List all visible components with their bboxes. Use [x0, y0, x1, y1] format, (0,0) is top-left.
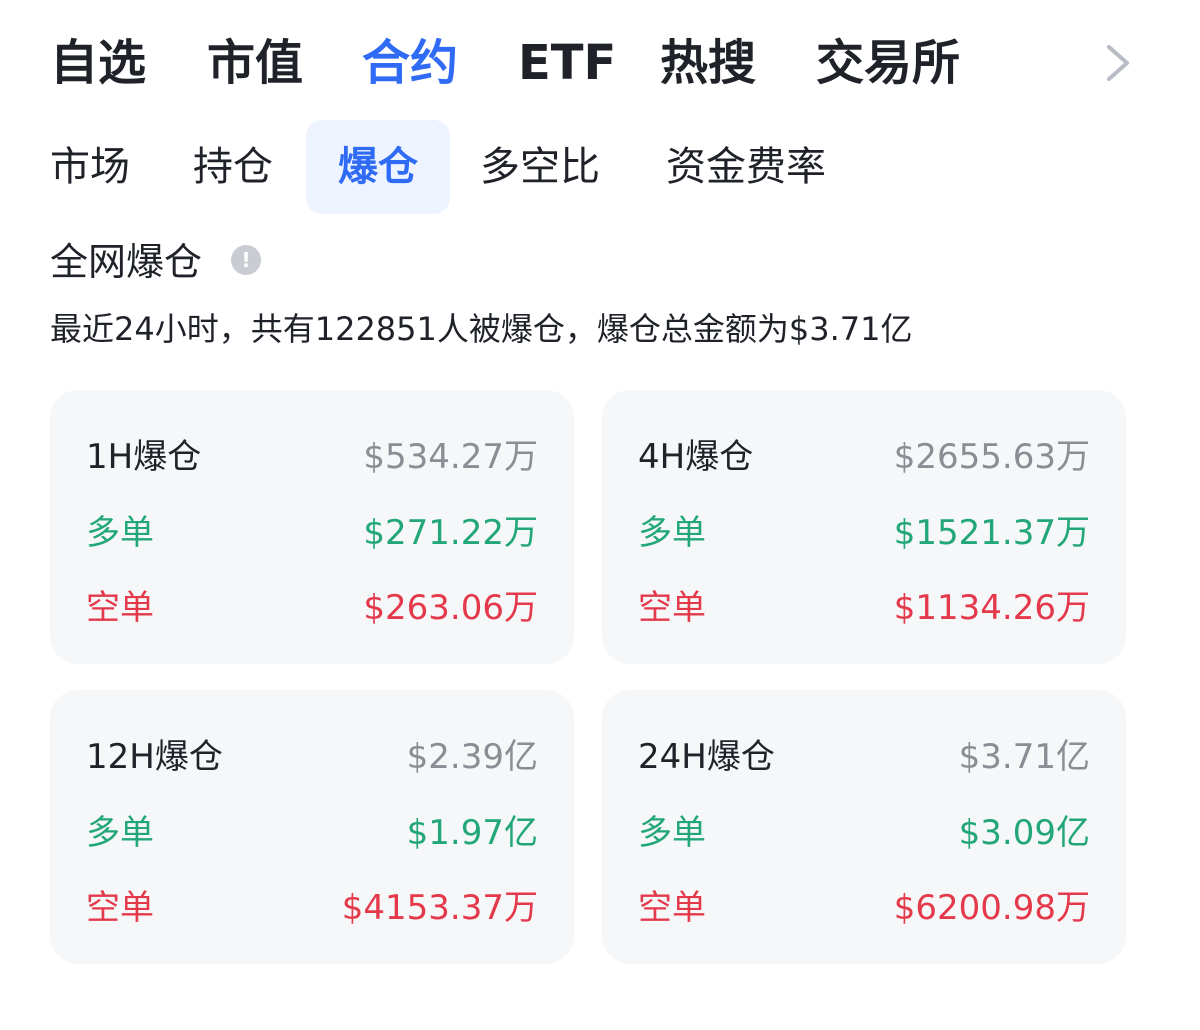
long-label: 多单 — [86, 512, 154, 553]
subtab-liquidations[interactable]: 爆仓 — [306, 120, 450, 214]
card-total-value: $3.71亿 — [958, 736, 1090, 777]
card-title-row: 4H爆仓 $2655.63万 — [638, 428, 1090, 478]
info-icon[interactable]: ! — [231, 245, 261, 275]
liquidation-card-24h: 24H爆仓 $3.71亿 多单 $3.09亿 空单 $6200.98万 — [602, 690, 1126, 964]
long-value: $271.22万 — [363, 512, 538, 553]
card-title-row: 24H爆仓 $3.71亿 — [638, 728, 1090, 778]
liquidation-card-1h: 1H爆仓 $534.27万 多单 $271.22万 空单 $263.06万 — [50, 390, 574, 664]
card-long-row: 多单 $271.22万 — [86, 504, 538, 554]
subtab-open-interest[interactable]: 持仓 — [193, 120, 273, 214]
tab-watchlist[interactable]: 自选 — [50, 28, 146, 98]
card-title: 12H爆仓 — [86, 736, 223, 777]
top-tab-bar: 自选 市值 合约 ETF 热搜 交易所 — [50, 28, 1200, 98]
short-label: 空单 — [86, 887, 154, 928]
card-total-value: $534.27万 — [363, 436, 538, 477]
tab-market-cap[interactable]: 市值 — [207, 28, 303, 98]
tab-trending[interactable]: 热搜 — [660, 28, 756, 98]
tab-contracts[interactable]: 合约 — [362, 28, 458, 98]
liquidation-card-12h: 12H爆仓 $2.39亿 多单 $1.97亿 空单 $4153.37万 — [50, 690, 574, 964]
card-total-value: $2.39亿 — [406, 736, 538, 777]
card-total-value: $2655.63万 — [893, 436, 1090, 477]
tab-etf[interactable]: ETF — [518, 28, 616, 98]
card-title: 1H爆仓 — [86, 436, 202, 477]
sub-tab-bar: 市场 持仓 爆仓 多空比 资金费率 — [50, 120, 1200, 214]
long-value: $1.97亿 — [406, 812, 538, 853]
short-label: 空单 — [86, 587, 154, 628]
long-label: 多单 — [86, 812, 154, 853]
short-value: $263.06万 — [363, 587, 538, 628]
subtab-funding-rate[interactable]: 资金费率 — [666, 120, 826, 214]
subtab-long-short-ratio[interactable]: 多空比 — [480, 120, 600, 214]
short-value: $1134.26万 — [893, 587, 1090, 628]
card-title: 4H爆仓 — [638, 436, 754, 477]
card-long-row: 多单 $3.09亿 — [638, 804, 1090, 854]
card-title: 24H爆仓 — [638, 736, 775, 777]
short-value: $4153.37万 — [341, 887, 538, 928]
tab-exchanges[interactable]: 交易所 — [816, 28, 960, 98]
liquidation-card-4h: 4H爆仓 $2655.63万 多单 $1521.37万 空单 $1134.26万 — [602, 390, 1126, 664]
card-short-row: 空单 $1134.26万 — [638, 579, 1090, 629]
long-value: $3.09亿 — [958, 812, 1090, 853]
card-long-row: 多单 $1.97亿 — [86, 804, 538, 854]
short-label: 空单 — [638, 887, 706, 928]
card-long-row: 多单 $1521.37万 — [638, 504, 1090, 554]
short-value: $6200.98万 — [893, 887, 1090, 928]
liquidation-summary: 最近24小时，共有122851人被爆仓，爆仓总金额为$3.71亿 — [50, 310, 913, 348]
card-short-row: 空单 $4153.37万 — [86, 879, 538, 929]
card-title-row: 1H爆仓 $534.27万 — [86, 428, 538, 478]
long-value: $1521.37万 — [893, 512, 1090, 553]
long-label: 多单 — [638, 512, 706, 553]
subtab-market[interactable]: 市场 — [50, 120, 130, 214]
card-short-row: 空单 $263.06万 — [86, 579, 538, 629]
short-label: 空单 — [638, 587, 706, 628]
section-title: 全网爆仓 — [50, 240, 203, 284]
chevron-right-icon[interactable] — [1100, 42, 1134, 84]
long-label: 多单 — [638, 812, 706, 853]
card-title-row: 12H爆仓 $2.39亿 — [86, 728, 538, 778]
card-short-row: 空单 $6200.98万 — [638, 879, 1090, 929]
